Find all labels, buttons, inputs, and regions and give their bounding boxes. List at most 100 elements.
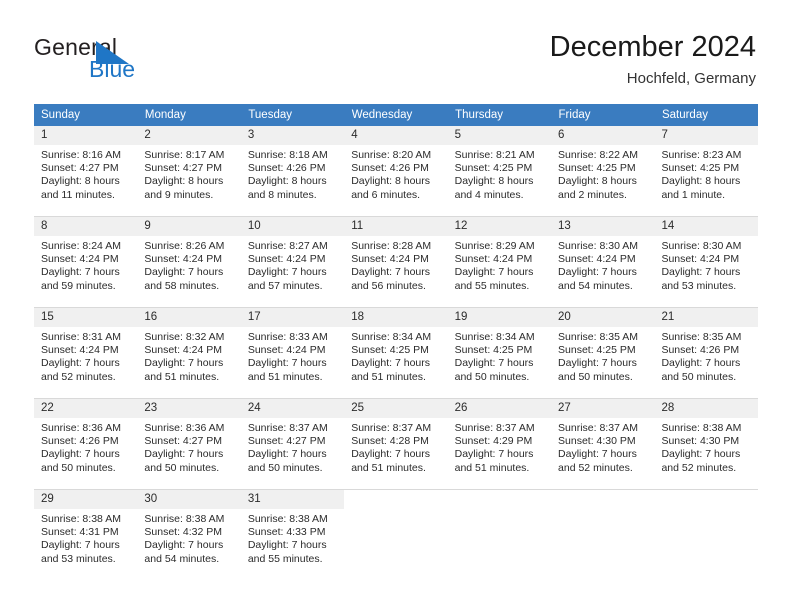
day-info: Sunrise: 8:23 AM Sunset: 4:25 PM Dayligh… [654,145,757,202]
day-cell[interactable]: 30 Sunrise: 8:38 AM Sunset: 4:32 PM Dayl… [137,489,241,566]
sunrise-text: Sunrise: 8:20 AM [351,149,432,161]
sunset-text: Sunset: 4:33 PM [247,526,326,539]
day-info: Sunrise: 8:36 AM Sunset: 4:26 PM Dayligh… [34,418,137,475]
day-cell[interactable]: 1 Sunrise: 8:16 AM Sunset: 4:27 PM Dayli… [34,126,138,202]
calendar-week-row: 29 Sunrise: 8:38 AM Sunset: 4:31 PM Dayl… [34,489,758,566]
day-info: Sunrise: 8:38 AM Sunset: 4:30 PM Dayligh… [654,418,757,475]
daylight-text-line1: Daylight: 7 hours [351,266,431,279]
week-separator [34,384,758,399]
daylight-text-line1: Daylight: 7 hours [247,266,327,279]
day-cell[interactable]: 15 Sunrise: 8:31 AM Sunset: 4:24 PM Dayl… [34,307,138,384]
daylight-text-line2: and 4 minutes. [454,188,524,201]
day-info: Sunrise: 8:22 AM Sunset: 4:25 PM Dayligh… [551,145,654,202]
sunset-text: Sunset: 4:25 PM [454,162,533,175]
daylight-text-line2: and 6 minutes. [351,188,421,201]
day-cell[interactable]: 10 Sunrise: 8:27 AM Sunset: 4:24 PM Dayl… [240,216,345,293]
sunset-text: Sunset: 4:24 PM [351,253,429,266]
day-cell[interactable]: 13 Sunrise: 8:30 AM Sunset: 4:24 PM Dayl… [551,216,655,293]
day-info: Sunrise: 8:18 AM Sunset: 4:26 PM Dayligh… [241,145,344,202]
daylight-text-line2: and 51 minutes. [351,370,426,383]
daylight-text-line2: and 52 minutes. [558,461,633,474]
day-cell[interactable]: 5 Sunrise: 8:21 AM Sunset: 4:25 PM Dayli… [447,126,552,202]
day-info: Sunrise: 8:16 AM Sunset: 4:27 PM Dayligh… [34,145,137,202]
calendar-week-row: 22 Sunrise: 8:36 AM Sunset: 4:26 PM Dayl… [34,398,758,475]
sunrise-text: Sunrise: 8:22 AM [558,149,638,161]
week-separator [34,202,758,217]
day-cell[interactable]: 26 Sunrise: 8:37 AM Sunset: 4:29 PM Dayl… [447,398,552,475]
day-cell[interactable]: 16 Sunrise: 8:32 AM Sunset: 4:24 PM Dayl… [137,307,241,384]
day-cell-empty [551,489,655,566]
day-cell[interactable]: 21 Sunrise: 8:35 AM Sunset: 4:26 PM Dayl… [654,307,758,384]
day-cell[interactable]: 31 Sunrise: 8:38 AM Sunset: 4:33 PM Dayl… [240,489,345,566]
day-info: Sunrise: 8:20 AM Sunset: 4:26 PM Dayligh… [344,145,447,202]
day-cell[interactable]: 22 Sunrise: 8:36 AM Sunset: 4:26 PM Dayl… [34,398,138,475]
day-number: 22 [34,399,138,418]
sunrise-text: Sunrise: 8:16 AM [41,149,121,161]
weekday-header-row: Sunday Monday Tuesday Wednesday Thursday… [34,104,759,126]
day-cell[interactable]: 27 Sunrise: 8:37 AM Sunset: 4:30 PM Dayl… [551,398,655,475]
weekday-header-friday: Friday [551,104,655,126]
day-info: Sunrise: 8:35 AM Sunset: 4:25 PM Dayligh… [551,327,654,384]
title-block: December 2024 Hochfeld, Germany [550,30,756,88]
day-cell[interactable]: 3 Sunrise: 8:18 AM Sunset: 4:26 PM Dayli… [240,126,345,202]
day-number: 29 [34,490,138,509]
daylight-text-line1: Daylight: 7 hours [558,448,637,461]
week-separator [34,475,758,490]
day-cell[interactable]: 2 Sunrise: 8:17 AM Sunset: 4:27 PM Dayli… [137,126,241,202]
day-cell[interactable]: 8 Sunrise: 8:24 AM Sunset: 4:24 PM Dayli… [34,216,138,293]
daylight-text-line1: Daylight: 7 hours [41,448,120,461]
daylight-text-line2: and 53 minutes. [661,279,737,292]
day-cell[interactable]: 28 Sunrise: 8:38 AM Sunset: 4:30 PM Dayl… [654,398,758,475]
sunrise-text: Sunrise: 8:37 AM [454,422,535,434]
week-separator-row [34,384,758,399]
day-number: 7 [654,126,758,145]
day-cell[interactable]: 25 Sunrise: 8:37 AM Sunset: 4:28 PM Dayl… [344,398,448,475]
daylight-text-line2: and 53 minutes. [41,552,116,565]
weekday-header-sunday: Sunday [34,104,138,126]
day-number [447,490,552,509]
daylight-text-line2: and 54 minutes. [144,552,220,565]
day-cell[interactable]: 6 Sunrise: 8:22 AM Sunset: 4:25 PM Dayli… [551,126,655,202]
sunrise-text: Sunrise: 8:34 AM [351,331,432,343]
day-number: 1 [34,126,138,145]
sunset-text: Sunset: 4:31 PM [41,526,119,539]
brand-logo[interactable]: General Blue [34,34,224,86]
day-cell[interactable]: 12 Sunrise: 8:29 AM Sunset: 4:24 PM Dayl… [447,216,552,293]
daylight-text-line1: Daylight: 7 hours [41,266,120,279]
day-cell[interactable]: 4 Sunrise: 8:20 AM Sunset: 4:26 PM Dayli… [344,126,448,202]
daylight-text-line2: and 1 minute. [661,188,726,201]
day-info: Sunrise: 8:37 AM Sunset: 4:27 PM Dayligh… [241,418,344,475]
daylight-text-line1: Daylight: 8 hours [41,175,120,188]
sunset-text: Sunset: 4:25 PM [661,162,740,175]
day-number: 26 [447,399,552,418]
weekday-header-saturday: Saturday [654,104,759,126]
day-number: 19 [447,308,552,327]
sunset-text: Sunset: 4:30 PM [661,435,740,448]
day-cell[interactable]: 17 Sunrise: 8:33 AM Sunset: 4:24 PM Dayl… [240,307,345,384]
daylight-text-line1: Daylight: 8 hours [351,175,431,188]
day-cell[interactable]: 11 Sunrise: 8:28 AM Sunset: 4:24 PM Dayl… [344,216,448,293]
day-cell[interactable]: 14 Sunrise: 8:30 AM Sunset: 4:24 PM Dayl… [654,216,758,293]
sunset-text: Sunset: 4:29 PM [454,435,533,448]
day-cell[interactable]: 23 Sunrise: 8:36 AM Sunset: 4:27 PM Dayl… [137,398,241,475]
daylight-text-line1: Daylight: 7 hours [351,357,431,370]
day-cell[interactable]: 19 Sunrise: 8:34 AM Sunset: 4:25 PM Dayl… [447,307,552,384]
sunrise-text: Sunrise: 8:34 AM [454,331,535,343]
daylight-text-line2: and 54 minutes. [558,279,633,292]
day-cell[interactable]: 7 Sunrise: 8:23 AM Sunset: 4:25 PM Dayli… [654,126,758,202]
day-cell-empty [654,489,758,566]
day-number: 4 [344,126,448,145]
calendar-week-row: 1 Sunrise: 8:16 AM Sunset: 4:27 PM Dayli… [34,126,758,202]
day-cell[interactable]: 29 Sunrise: 8:38 AM Sunset: 4:31 PM Dayl… [34,489,138,566]
sunrise-text: Sunrise: 8:30 AM [661,240,742,252]
day-info: Sunrise: 8:37 AM Sunset: 4:28 PM Dayligh… [344,418,447,475]
day-cell[interactable]: 9 Sunrise: 8:26 AM Sunset: 4:24 PM Dayli… [137,216,241,293]
day-cell[interactable]: 18 Sunrise: 8:34 AM Sunset: 4:25 PM Dayl… [344,307,448,384]
day-number: 13 [551,217,655,236]
day-info: Sunrise: 8:34 AM Sunset: 4:25 PM Dayligh… [344,327,447,384]
day-cell[interactable]: 24 Sunrise: 8:37 AM Sunset: 4:27 PM Dayl… [240,398,345,475]
day-cell[interactable]: 20 Sunrise: 8:35 AM Sunset: 4:25 PM Dayl… [551,307,655,384]
sunset-text: Sunset: 4:28 PM [351,435,429,448]
day-info: Sunrise: 8:30 AM Sunset: 4:24 PM Dayligh… [551,236,654,293]
page-title: December 2024 [549,31,756,63]
